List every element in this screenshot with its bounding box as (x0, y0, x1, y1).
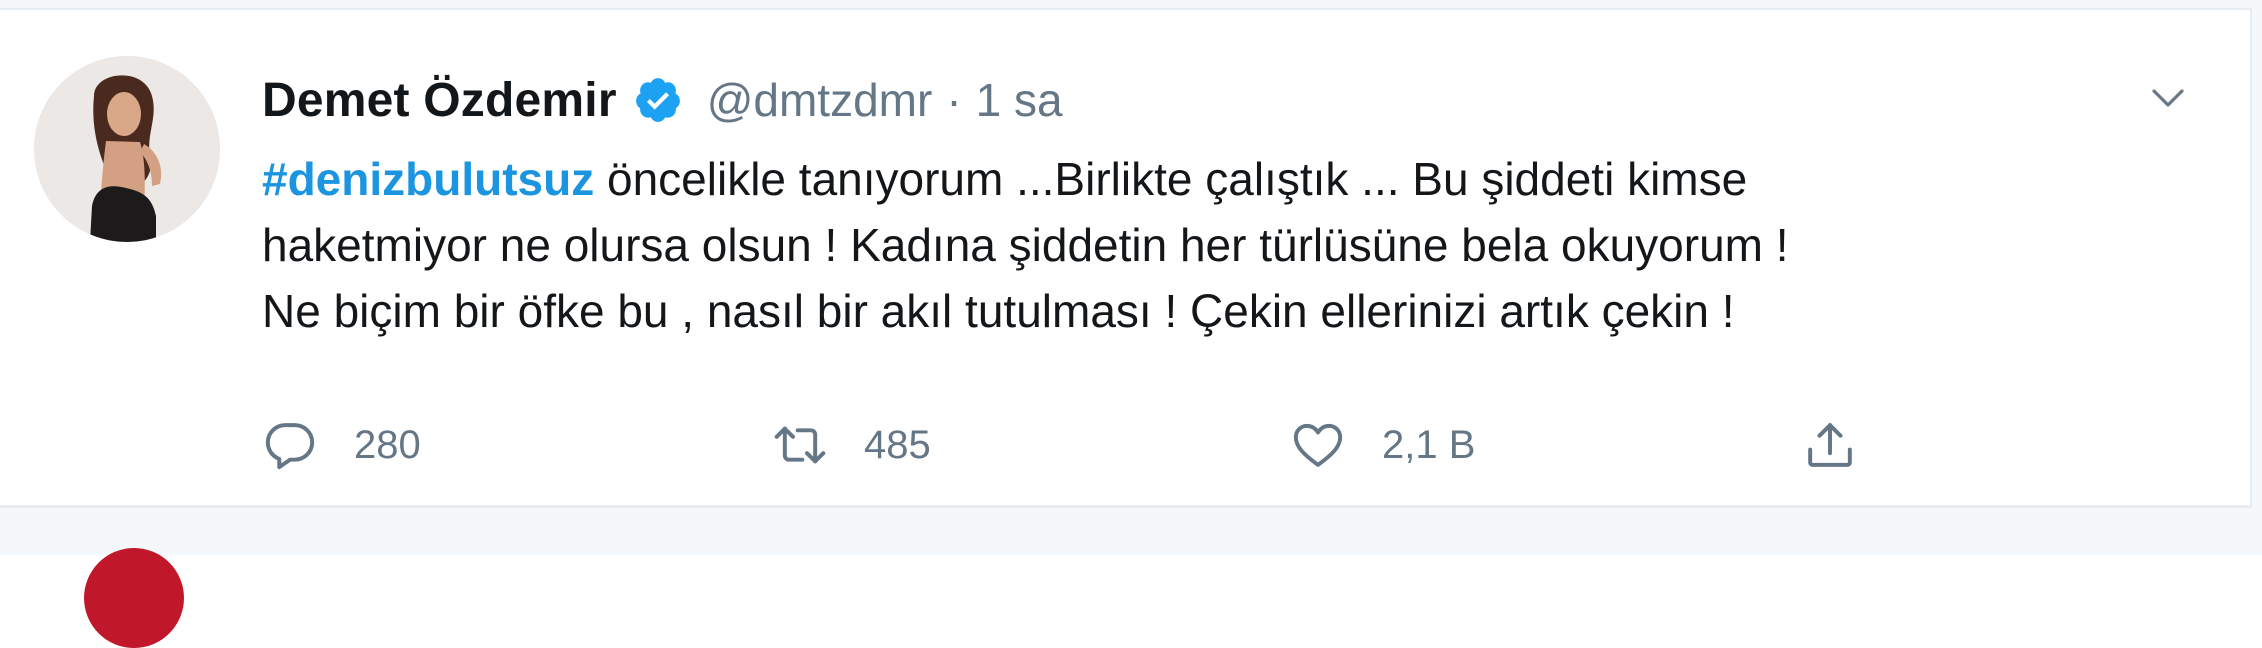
author-avatar[interactable] (34, 56, 220, 242)
reply-count: 280 (354, 422, 421, 467)
heart-icon (1290, 417, 1346, 473)
share-button[interactable] (1802, 410, 1858, 480)
tweet-text-line-2: haketmiyor ne olursa olsun ! Kadına şidd… (262, 219, 1789, 271)
retweet-count: 485 (864, 422, 931, 467)
tweet-header: Demet Özdemir @dmtzdmr · 1 sa (262, 68, 1063, 132)
tweet-text-line-1-rest: öncelikle tanıyorum ...Birlikte çalıştık… (594, 153, 1748, 205)
tweet-actions-bar: 280 485 2,1 B (262, 410, 1902, 480)
retweet-icon (772, 417, 828, 473)
chevron-down-icon[interactable] (2140, 74, 2196, 122)
retweet-button[interactable]: 485 (772, 410, 931, 480)
separator-dot: · (946, 74, 962, 126)
tweet-card[interactable]: Demet Özdemir @dmtzdmr · 1 sa #denizbulu… (0, 8, 2252, 508)
reply-bubble-icon (262, 417, 318, 473)
hashtag-link[interactable]: #denizbulutsuz (262, 153, 594, 205)
author-name[interactable]: Demet Özdemir (262, 73, 617, 128)
like-count: 2,1 B (1382, 422, 1476, 467)
tweet-text-line-1: #denizbulutsuz öncelikle tanıyorum ...Bi… (262, 146, 2162, 212)
verified-badge-icon (633, 75, 683, 125)
avatar-photo (34, 56, 220, 242)
author-handle[interactable]: @dmtzdmr (707, 73, 933, 127)
tweet-text: #denizbulutsuz öncelikle tanıyorum ...Bi… (262, 146, 2162, 344)
share-upload-icon (1802, 417, 1858, 473)
timeline-feed: Demet Özdemir @dmtzdmr · 1 sa #denizbulu… (0, 0, 2262, 648)
like-button[interactable]: 2,1 B (1290, 410, 1475, 480)
next-tweet-avatar[interactable] (84, 548, 184, 648)
tweet-text-line-3: Ne biçim bir öfke bu , nasıl bir akıl tu… (262, 285, 1735, 337)
tweet-timestamp[interactable]: 1 sa (976, 73, 1063, 127)
reply-button[interactable]: 280 (262, 410, 421, 480)
